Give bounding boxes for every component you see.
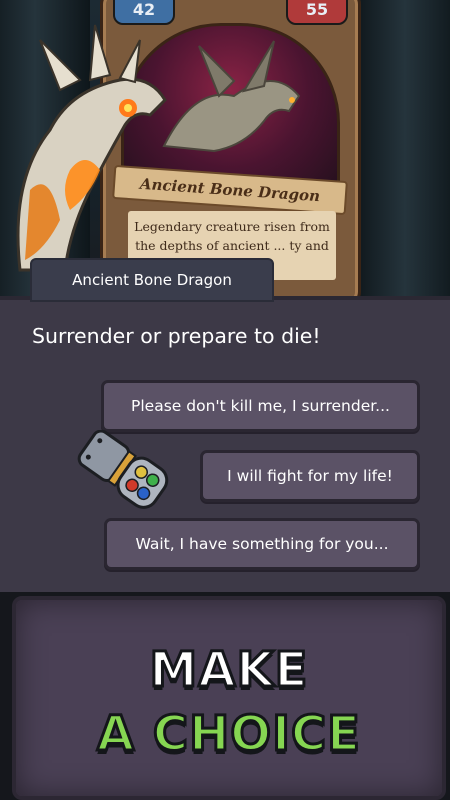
gauntlet-pointer-icon	[77, 430, 169, 509]
choice-button-fight[interactable]: I will fight for my life!	[200, 450, 420, 502]
choice-button-surrender[interactable]: Please don't kill me, I surrender...	[101, 380, 420, 432]
choice-button-offer[interactable]: Wait, I have something for you...	[104, 518, 420, 570]
game-scene: 42 55 Ancient Bone Dragon Legendary crea…	[0, 0, 450, 300]
defense-stat-badge: 55	[286, 0, 348, 25]
promo-panel: MAKE A CHOICE	[12, 596, 446, 800]
bone-dragon-portrait-icon	[16, 24, 167, 272]
speaker-name-tab: Ancient Bone Dragon	[30, 258, 274, 302]
promo-footer: MAKE A CHOICE	[0, 588, 450, 800]
cta-headline-make: MAKE	[148, 641, 309, 700]
dialog-prompt: Surrender or prepare to die!	[32, 324, 321, 348]
stone-pillar-right	[350, 0, 450, 300]
cta-headline-choice: A CHOICE	[96, 705, 362, 764]
dialog-panel: Surrender or prepare to die! Please don'…	[0, 296, 450, 592]
